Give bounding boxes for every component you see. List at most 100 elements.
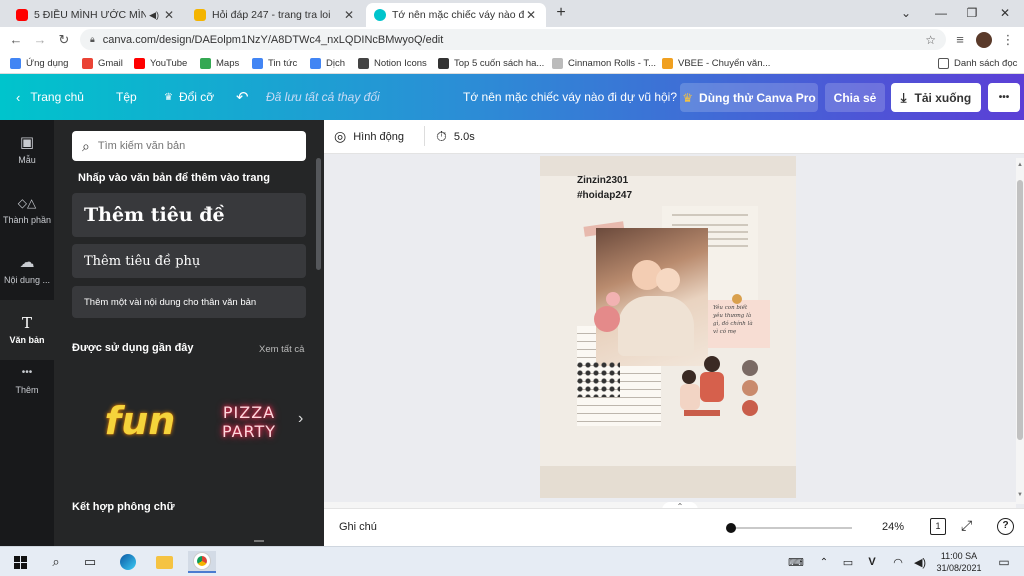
reload-icon[interactable]: ↻ bbox=[54, 30, 74, 50]
bookmark-vbee[interactable]: VBEE - Chuyển văn... bbox=[662, 56, 770, 70]
more-dots-icon: ••• bbox=[21, 367, 33, 378]
share-button[interactable]: Chia sẻ bbox=[825, 83, 885, 112]
pin-sticker bbox=[732, 294, 742, 304]
duration-button[interactable]: ⏱ 5.0s bbox=[436, 128, 475, 145]
reading-list[interactable]: Danh sách đọc bbox=[938, 56, 1017, 70]
bookmark-news[interactable]: Tin tức bbox=[252, 56, 297, 70]
try-pro-button[interactable]: ♛ Dùng thử Canva Pro bbox=[680, 83, 818, 112]
bookmark-maps[interactable]: Maps bbox=[200, 56, 239, 70]
canva-header: ‹ Trang chủ Tệp ♛ Đổi cỡ ↶ Đã lưu tất cả… bbox=[0, 74, 1024, 120]
profile-avatar[interactable] bbox=[974, 30, 994, 50]
apps-grid-icon bbox=[10, 57, 21, 69]
animate-button[interactable]: ◎ Hình động bbox=[334, 128, 404, 145]
minimize-button[interactable]: — bbox=[930, 4, 952, 22]
home-button[interactable]: ‹ Trang chủ bbox=[16, 74, 84, 120]
bookmark-youtube[interactable]: YouTube bbox=[134, 56, 187, 70]
vpn-icon[interactable]: V bbox=[858, 551, 886, 573]
canva-icon bbox=[374, 9, 386, 21]
screen: 5 ĐIỀU MÌNH ƯỚC MÌNH BIẾ ◀) ✕ Hỏi đáp 24… bbox=[0, 0, 1024, 576]
design-title[interactable]: Tớ nên mặc chiếc váy nào đi dự vũ hội? bbox=[463, 74, 677, 120]
recent-style-fun[interactable]: fun bbox=[80, 395, 200, 447]
design-page[interactable]: Zinzin2301 #hoidap247 Yêu con biết yêu t… bbox=[540, 156, 796, 498]
design-text-name[interactable]: Zinzin2301 bbox=[577, 175, 628, 186]
add-body-text-button[interactable]: Thêm một vài nội dung cho thân văn bản bbox=[72, 286, 306, 318]
chevron-right-icon[interactable]: › bbox=[298, 410, 303, 428]
back-arrow-icon[interactable]: ← bbox=[6, 30, 26, 50]
scroll-down-icon[interactable]: ▼ bbox=[1017, 492, 1023, 498]
recent-style-pizza-party[interactable]: PIZZA PARTY bbox=[204, 398, 294, 446]
side-rail: ▣ Mẫu ◇△ Thành phần ☁ Nội dung ... T Văn… bbox=[0, 120, 54, 546]
crown-icon: ♛ bbox=[164, 91, 173, 103]
scroll-up-icon[interactable]: ▲ bbox=[1017, 162, 1023, 168]
tab-close-icon[interactable]: ✕ bbox=[162, 8, 176, 22]
fullscreen-icon[interactable]: ⤢ bbox=[961, 517, 972, 534]
tab-close-icon[interactable]: ✕ bbox=[524, 8, 538, 22]
forward-arrow-icon[interactable]: → bbox=[30, 30, 50, 50]
add-heading-button[interactable]: Thêm tiêu đề bbox=[72, 193, 306, 237]
bookmark-star-icon[interactable]: ☆ bbox=[925, 33, 936, 47]
zoom-slider-handle[interactable] bbox=[726, 523, 736, 533]
tab-search-icon[interactable]: ⌄ bbox=[895, 4, 917, 22]
book-icon bbox=[438, 57, 449, 69]
close-window-button[interactable]: ✕ bbox=[994, 4, 1016, 22]
browser-menu-icon[interactable]: ⋮ bbox=[998, 30, 1018, 50]
reading-mode-icon[interactable]: ≡ bbox=[950, 30, 970, 50]
text-search-box[interactable]: ⌕ bbox=[72, 131, 306, 161]
rail-item-more[interactable]: ••• Thêm bbox=[0, 340, 54, 420]
rail-item-elements[interactable]: ◇△ Thành phần bbox=[0, 180, 54, 240]
design-text-hashtag[interactable]: #hoidap247 bbox=[577, 190, 632, 201]
new-tab-button[interactable]: + bbox=[550, 4, 572, 22]
chrome-icon[interactable] bbox=[188, 551, 216, 573]
saved-status: Đã lưu tất cả thay đổi bbox=[266, 90, 380, 104]
browser-tab-youtube[interactable]: 5 ĐIỀU MÌNH ƯỚC MÌNH BIẾ ◀) ✕ bbox=[8, 3, 184, 27]
bookmark-label: VBEE - Chuyển văn... bbox=[678, 57, 771, 69]
bookmark-books[interactable]: Top 5 cuốn sách ha... bbox=[438, 56, 544, 70]
hoidap-icon bbox=[194, 9, 206, 21]
add-subheading-button[interactable]: Thêm tiêu đề phụ bbox=[72, 244, 306, 278]
bookmark-apps[interactable]: Ứng dụng bbox=[10, 56, 68, 70]
volume-icon[interactable]: ◀) bbox=[906, 551, 934, 573]
page-count-button[interactable]: 1 bbox=[930, 518, 946, 535]
notification-icon[interactable]: ▭ bbox=[990, 551, 1018, 573]
edge-icon[interactable] bbox=[114, 551, 142, 573]
rail-item-uploads[interactable]: ☁ Nội dung ... bbox=[0, 240, 54, 300]
bookmark-gmail[interactable]: Gmail bbox=[82, 56, 123, 70]
zoom-level[interactable]: 24% bbox=[882, 521, 904, 533]
tab-close-icon[interactable]: ✕ bbox=[342, 8, 356, 22]
file-explorer-icon[interactable] bbox=[150, 551, 178, 573]
browser-tab-canva[interactable]: Tớ nên mặc chiếc váy nào đi dự v ✕ bbox=[366, 3, 546, 27]
rail-item-templates[interactable]: ▣ Mẫu bbox=[0, 120, 54, 180]
flower-sticker bbox=[606, 292, 620, 306]
notes-button[interactable]: Ghi chú bbox=[339, 521, 377, 533]
undo-icon[interactable]: ↶ bbox=[236, 74, 249, 120]
color-swatch bbox=[742, 360, 758, 376]
search-icon[interactable]: ⌕ bbox=[42, 551, 70, 573]
scroll-thumb[interactable] bbox=[1017, 180, 1023, 440]
help-button[interactable]: ? bbox=[997, 518, 1014, 535]
bookmark-notion[interactable]: Notion Icons bbox=[358, 56, 427, 70]
zoom-slider-track[interactable] bbox=[730, 527, 852, 529]
clock[interactable]: 11:00 SA 31/08/2021 bbox=[936, 550, 982, 574]
bookmark-cinnamon[interactable]: Cinnamon Rolls - T... bbox=[552, 56, 656, 70]
restore-button[interactable]: ❐ bbox=[961, 4, 983, 22]
keyboard-icon[interactable]: ⌨ bbox=[782, 551, 810, 573]
timer-icon: ⏱ bbox=[436, 128, 447, 144]
youtube-icon bbox=[16, 9, 28, 21]
speaker-icon[interactable]: ◀) bbox=[149, 10, 159, 21]
windows-start-icon[interactable] bbox=[6, 551, 34, 573]
more-options-button[interactable]: ••• bbox=[988, 83, 1020, 112]
illustration-girls bbox=[678, 356, 728, 418]
bookmark-translate[interactable]: Dịch bbox=[310, 56, 345, 70]
panel-scrollbar[interactable] bbox=[316, 158, 321, 270]
browser-tab-hoidap[interactable]: Hỏi đáp 247 - trang tra loi ✕ bbox=[186, 3, 364, 27]
task-view-icon[interactable]: ▭ bbox=[76, 551, 104, 573]
address-bar[interactable]: 🔒︎ canva.com/design/DAEolpm1NzY/A8DTWc4_… bbox=[80, 29, 946, 50]
note-card[interactable]: Yêu con biết yêu thương là gì, đó chính … bbox=[708, 300, 770, 348]
see-all-link[interactable]: Xem tất cả bbox=[259, 344, 304, 355]
text-search-input[interactable] bbox=[97, 140, 298, 152]
download-button[interactable]: ⤓ Tải xuống bbox=[891, 83, 981, 112]
file-menu[interactable]: Tệp bbox=[116, 74, 137, 120]
canvas-vertical-scrollbar[interactable]: ▲ ▼ bbox=[1016, 158, 1024, 504]
resize-button[interactable]: ♛ Đổi cỡ bbox=[164, 74, 214, 120]
youtube-icon bbox=[134, 57, 145, 69]
